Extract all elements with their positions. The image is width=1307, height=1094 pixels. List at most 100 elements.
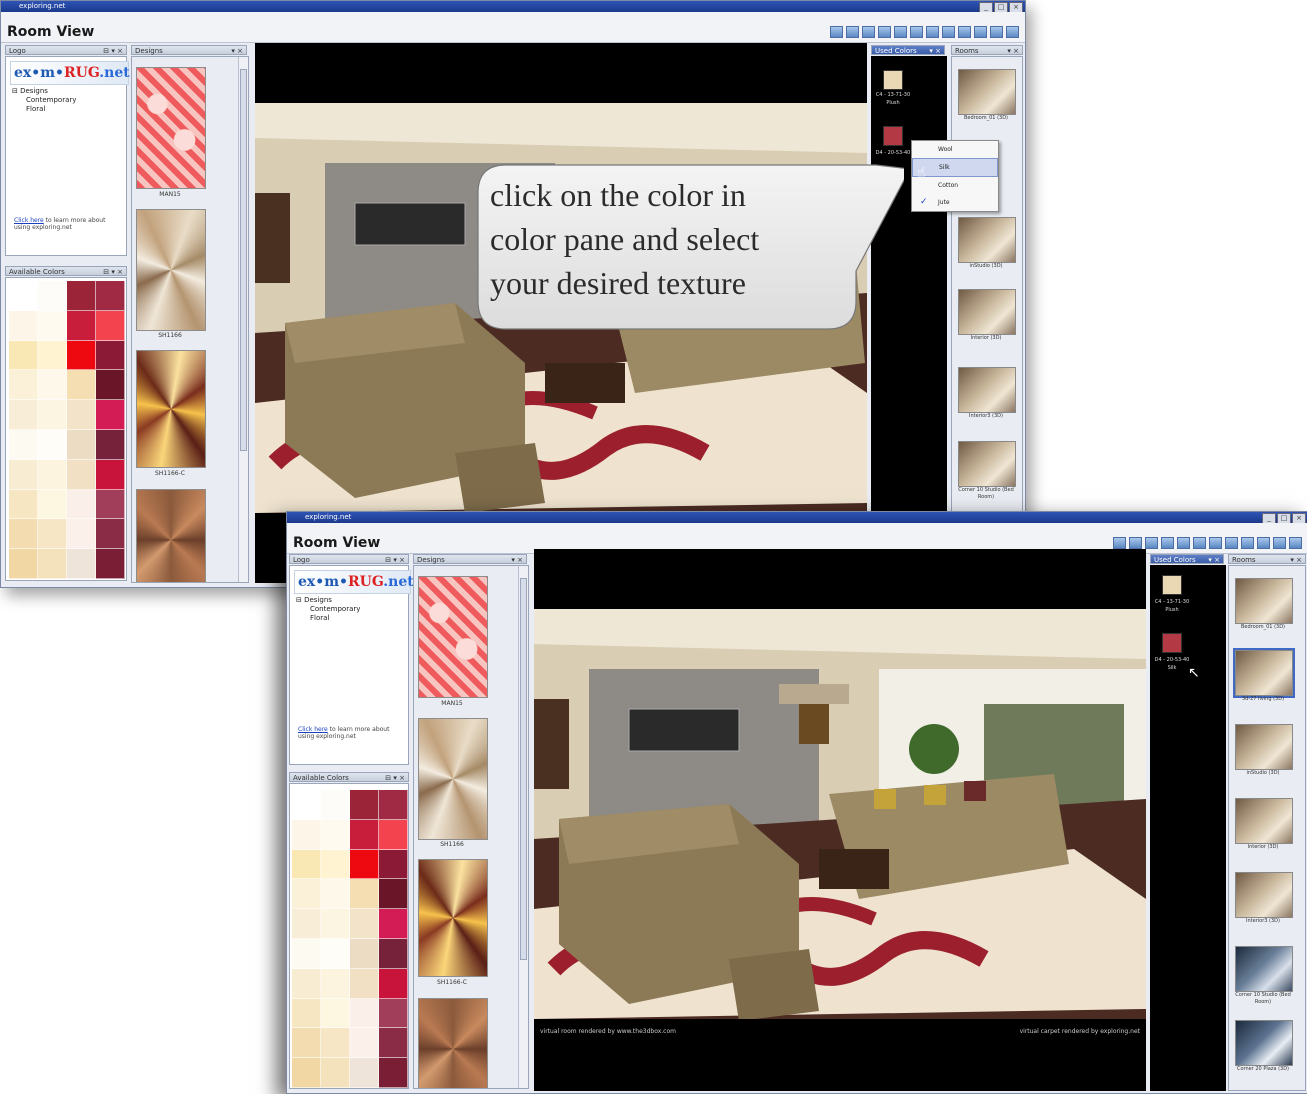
color-swatch[interactable] (38, 310, 67, 341)
color-swatch[interactable] (321, 938, 350, 969)
color-swatch[interactable] (96, 310, 125, 341)
designs-scrollbar[interactable] (518, 566, 528, 1088)
color-swatch[interactable] (350, 998, 379, 1029)
color-swatch[interactable] (67, 400, 96, 430)
color-swatch[interactable] (292, 790, 321, 820)
color-swatch[interactable] (38, 519, 67, 550)
color-swatch[interactable] (350, 879, 379, 910)
toolbar-icon[interactable] (990, 26, 1003, 38)
toolbar-icon[interactable] (878, 26, 891, 38)
color-swatch[interactable] (379, 909, 408, 939)
toolbar-icon[interactable] (1145, 537, 1158, 549)
color-swatch[interactable] (9, 489, 38, 520)
color-swatch[interactable] (38, 400, 67, 430)
color-swatch[interactable] (292, 1028, 321, 1059)
room-thumbnail[interactable] (1235, 578, 1293, 624)
color-swatch[interactable] (67, 370, 96, 401)
toolbar-icon[interactable] (1006, 26, 1019, 38)
color-swatch[interactable] (96, 459, 125, 490)
toolbar-icon[interactable] (1113, 537, 1126, 549)
panel-controls-icon[interactable]: ⊟ ▾ × (385, 555, 405, 565)
color-swatch[interactable] (67, 310, 96, 341)
color-swatch[interactable] (292, 819, 321, 850)
color-swatch[interactable] (38, 429, 67, 460)
design-thumbnail[interactable] (418, 859, 488, 977)
color-swatch[interactable] (96, 400, 125, 430)
color-swatch[interactable] (67, 281, 96, 311)
color-swatch[interactable] (379, 1058, 408, 1088)
panel-controls-icon[interactable]: ▾ × (1208, 555, 1220, 565)
toolbar-icon[interactable] (1241, 537, 1254, 549)
color-swatch[interactable] (96, 281, 125, 311)
color-swatch[interactable] (9, 400, 38, 430)
color-swatch[interactable] (350, 968, 379, 999)
tree-item[interactable]: Contemporary (296, 605, 360, 614)
design-thumbnail[interactable] (136, 350, 206, 468)
color-swatch[interactable] (292, 1058, 321, 1088)
color-swatch[interactable] (350, 819, 379, 850)
panel-controls-icon[interactable]: ⊟ ▾ × (103, 46, 123, 56)
color-swatch[interactable] (67, 340, 96, 371)
room-thumbnail[interactable] (1235, 798, 1293, 844)
color-swatch[interactable] (67, 519, 96, 550)
color-swatch[interactable] (379, 998, 408, 1029)
designs-scrollbar[interactable] (238, 57, 248, 582)
color-swatch[interactable] (38, 459, 67, 490)
color-swatch[interactable] (38, 549, 67, 579)
tree-item[interactable]: Contemporary (12, 96, 76, 105)
room-thumbnail[interactable] (958, 69, 1016, 115)
room-thumbnail[interactable] (958, 441, 1016, 487)
used-color-swatch[interactable] (883, 126, 903, 146)
scrollbar-thumb[interactable] (240, 69, 247, 451)
toolbar-icon[interactable] (1129, 537, 1142, 549)
color-swatch[interactable] (350, 790, 379, 820)
toolbar-icon[interactable] (942, 26, 955, 38)
scrollbar-thumb[interactable] (520, 578, 527, 960)
panel-controls-icon[interactable]: ▾ × (1007, 46, 1019, 56)
menu-item-jute[interactable]: ✓ Jute (912, 194, 998, 211)
help-link[interactable]: Click here (14, 217, 44, 224)
color-swatch[interactable] (350, 1058, 379, 1088)
room-thumbnail[interactable] (958, 217, 1016, 263)
room-thumbnail[interactable] (1235, 1020, 1293, 1066)
panel-controls-icon[interactable]: ▾ × (511, 555, 523, 565)
toolbar-icon[interactable] (974, 26, 987, 38)
toolbar-icon[interactable] (1225, 537, 1238, 549)
color-swatch[interactable] (67, 489, 96, 520)
toolbar-icon[interactable] (846, 26, 859, 38)
color-swatch[interactable] (292, 938, 321, 969)
color-swatch[interactable] (321, 909, 350, 939)
design-thumbnail[interactable] (136, 489, 206, 582)
color-swatch[interactable] (321, 968, 350, 999)
color-swatch[interactable] (9, 340, 38, 371)
color-swatch[interactable] (96, 489, 125, 520)
color-swatch[interactable] (321, 819, 350, 850)
color-swatch[interactable] (9, 549, 38, 579)
toolbar-icon[interactable] (910, 26, 923, 38)
color-swatch[interactable] (379, 1028, 408, 1059)
color-swatch[interactable] (321, 879, 350, 910)
color-swatch[interactable] (67, 549, 96, 579)
room-thumbnail[interactable] (958, 289, 1016, 335)
color-swatch[interactable] (321, 1058, 350, 1088)
color-swatch[interactable] (321, 1028, 350, 1059)
color-swatch[interactable] (292, 968, 321, 999)
used-color-swatch[interactable] (883, 70, 903, 90)
toolbar-icon[interactable] (894, 26, 907, 38)
color-swatch[interactable] (379, 819, 408, 850)
color-swatch[interactable] (379, 879, 408, 910)
panel-controls-icon[interactable]: ⊟ ▾ × (103, 267, 123, 277)
room-viewer[interactable]: virtual room rendered by www.the3dbox.co… (534, 549, 1146, 1091)
color-swatch[interactable] (38, 281, 67, 311)
design-thumbnail[interactable] (418, 998, 488, 1088)
color-swatch[interactable] (9, 459, 38, 490)
menu-item-wool[interactable]: Wool (912, 141, 998, 158)
help-link[interactable]: Click here (298, 726, 328, 733)
panel-controls-icon[interactable]: ▾ × (231, 46, 243, 56)
color-swatch[interactable] (321, 998, 350, 1029)
toolbar-icon[interactable] (1209, 537, 1222, 549)
color-swatch[interactable] (38, 489, 67, 520)
used-color-swatch[interactable] (1162, 633, 1182, 653)
color-swatch[interactable] (350, 1028, 379, 1059)
color-swatch[interactable] (38, 370, 67, 401)
